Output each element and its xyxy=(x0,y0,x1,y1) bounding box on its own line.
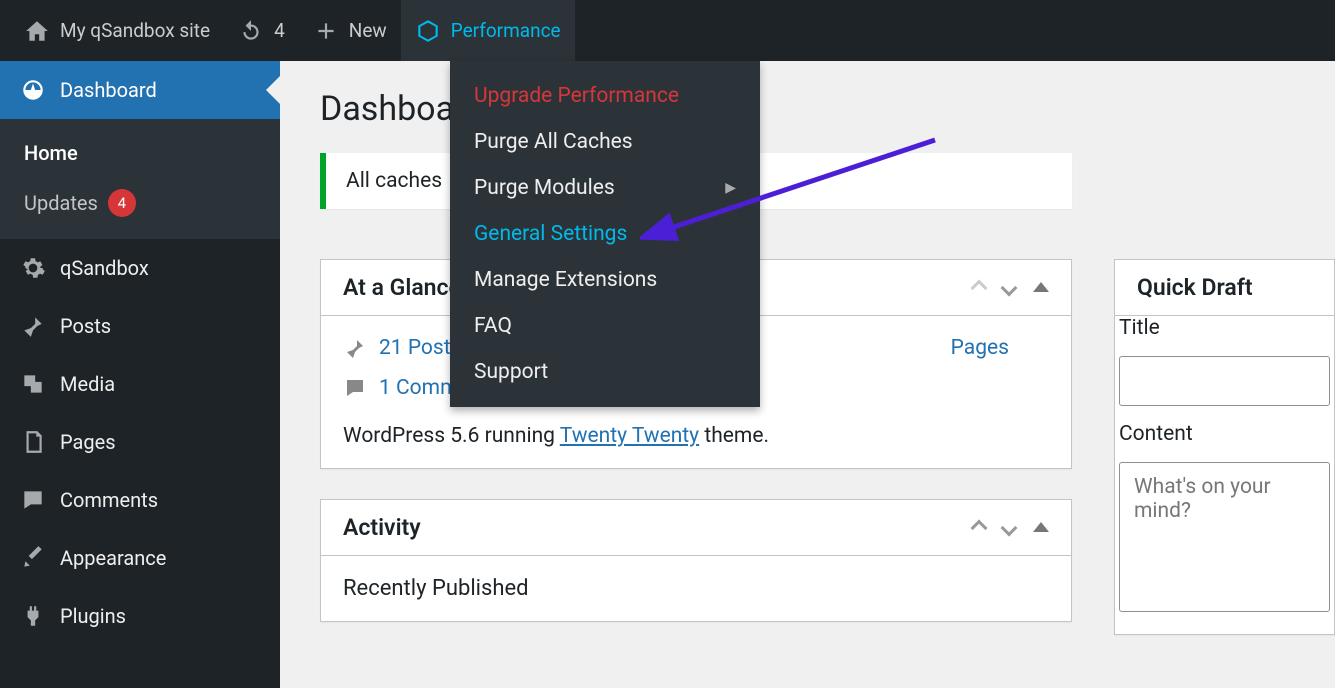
pages-icon xyxy=(20,429,46,455)
draft-title-label: Title xyxy=(1119,316,1330,340)
perf-upgrade[interactable]: Upgrade Performance xyxy=(450,73,760,119)
move-down-icon[interactable] xyxy=(1001,519,1018,536)
comment-icon xyxy=(343,376,367,400)
sidebar-updates[interactable]: Updates 4 xyxy=(0,177,280,229)
sidebar-appearance[interactable]: Appearance xyxy=(0,529,280,587)
activity-header[interactable]: Activity xyxy=(321,500,1071,556)
home-icon xyxy=(24,18,50,44)
admin-bar: My qSandbox site 4 New Performance xyxy=(0,0,1335,61)
perf-purge-modules[interactable]: Purge Modules▶ xyxy=(450,165,760,211)
sidebar-qsandbox[interactable]: qSandbox xyxy=(0,239,280,297)
updates-badge: 4 xyxy=(108,189,136,217)
perf-faq[interactable]: FAQ xyxy=(450,303,760,349)
new-label: New xyxy=(349,19,387,42)
perf-manage-extensions[interactable]: Manage Extensions xyxy=(450,257,760,303)
adminbar-updates[interactable]: 4 xyxy=(224,0,299,61)
activity-title: Activity xyxy=(343,514,421,541)
toggle-box-icon[interactable] xyxy=(1033,282,1049,292)
move-up-icon[interactable] xyxy=(971,519,988,536)
move-up-icon[interactable] xyxy=(971,279,988,296)
draft-content-input[interactable] xyxy=(1119,462,1330,612)
sidebar-home[interactable]: Home xyxy=(0,129,280,177)
pin-icon xyxy=(20,313,46,339)
theme-link[interactable]: Twenty Twenty xyxy=(560,424,699,448)
draft-content-label: Content xyxy=(1119,422,1330,446)
activity-box: Activity Recently Published xyxy=(320,499,1072,622)
wp-version-text-post: theme. xyxy=(699,424,769,448)
recently-published-heading: Recently Published xyxy=(343,576,1049,601)
performance-label: Performance xyxy=(451,19,561,42)
performance-dropdown: Upgrade Performance Purge All Caches Pur… xyxy=(450,61,760,407)
toggle-box-icon[interactable] xyxy=(1033,522,1049,532)
sidebar-comments[interactable]: Comments xyxy=(0,471,280,529)
quick-draft-box: Quick Draft Title Content xyxy=(1114,259,1335,635)
chevron-right-icon: ▶ xyxy=(725,180,736,196)
quick-draft-header[interactable]: Quick Draft xyxy=(1115,260,1334,316)
updates-count: 4 xyxy=(274,19,285,42)
plugin-icon xyxy=(20,603,46,629)
brush-icon xyxy=(20,545,46,571)
refresh-icon xyxy=(238,18,264,44)
sidebar-pages[interactable]: Pages xyxy=(0,413,280,471)
main-content: Dashboard All caches At a Glance xyxy=(280,61,1335,688)
glance-posts[interactable]: 21 Posts xyxy=(343,336,461,360)
adminbar-new[interactable]: New xyxy=(299,0,401,61)
dashboard-icon xyxy=(20,77,46,103)
sidebar-media[interactable]: Media xyxy=(0,355,280,413)
pin-icon xyxy=(343,336,367,360)
perf-purge-all[interactable]: Purge All Caches xyxy=(450,119,760,165)
media-icon xyxy=(20,371,46,397)
sidebar-dashboard[interactable]: Dashboard xyxy=(0,61,280,119)
cube-icon xyxy=(415,18,441,44)
gear-icon xyxy=(20,255,46,281)
perf-support[interactable]: Support xyxy=(450,349,760,395)
site-name: My qSandbox site xyxy=(60,19,210,42)
at-a-glance-title: At a Glance xyxy=(343,274,461,301)
wp-version-text-pre: WordPress 5.6 running xyxy=(343,424,560,448)
admin-sidebar: Dashboard Home Updates 4 qSandbox Posts … xyxy=(0,61,280,688)
move-down-icon[interactable] xyxy=(1001,279,1018,296)
quick-draft-title: Quick Draft xyxy=(1137,274,1253,301)
comment-icon xyxy=(20,487,46,513)
sidebar-dashboard-submenu: Home Updates 4 xyxy=(0,119,280,239)
plus-icon xyxy=(313,18,339,44)
adminbar-performance[interactable]: Performance xyxy=(401,0,575,61)
draft-title-input[interactable] xyxy=(1119,356,1330,406)
sidebar-posts[interactable]: Posts xyxy=(0,297,280,355)
sidebar-dashboard-label: Dashboard xyxy=(60,78,157,102)
glance-pages[interactable]: Pages xyxy=(951,336,1009,360)
sidebar-plugins[interactable]: Plugins xyxy=(0,587,280,645)
adminbar-site-home[interactable]: My qSandbox site xyxy=(10,0,224,61)
perf-general-settings[interactable]: General Settings xyxy=(450,211,760,257)
